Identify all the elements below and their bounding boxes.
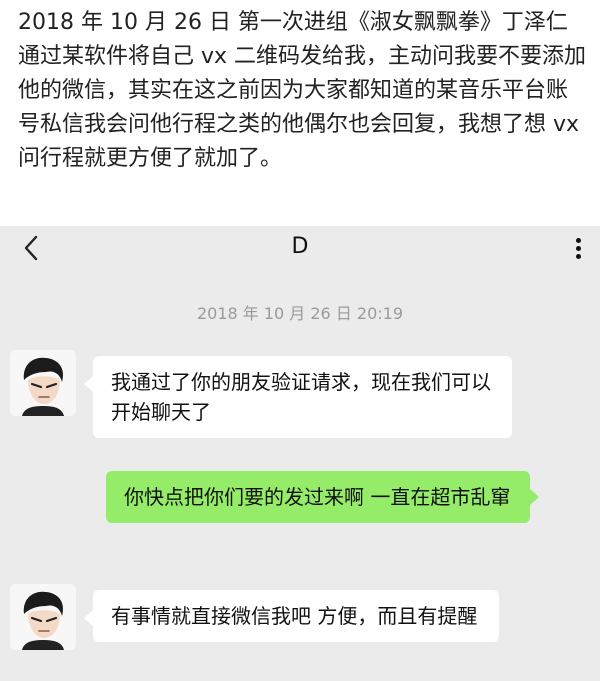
contact-avatar[interactable]: [10, 584, 76, 650]
message-bubble-received[interactable]: 我通过了你的朋友验证请求，现在我们可以开始聊天了: [93, 356, 512, 438]
chat-header: D: [0, 226, 600, 270]
more-vertical-icon[interactable]: [568, 232, 588, 264]
chat-timestamp: 2018 年 10 月 26 日 20:19: [196, 304, 404, 323]
chat-screenshot: D 2018 年 10 月 26 日 20:19 我通过了你的朋友验证请求，现在…: [0, 226, 600, 681]
post-caption: 2018 年 10 月 26 日 第一次进组《淑女飘飘拳》丁泽仁通过某软件将自己…: [18, 10, 587, 171]
contact-avatar[interactable]: [10, 350, 76, 416]
chat-title: D: [291, 234, 309, 259]
message-bubble-received[interactable]: 有事情就直接微信我吧 方便，而且有提醒: [93, 590, 499, 642]
message-bubble-sent[interactable]: 你快点把你们要的发过来啊 一直在超市乱窜: [106, 471, 530, 523]
